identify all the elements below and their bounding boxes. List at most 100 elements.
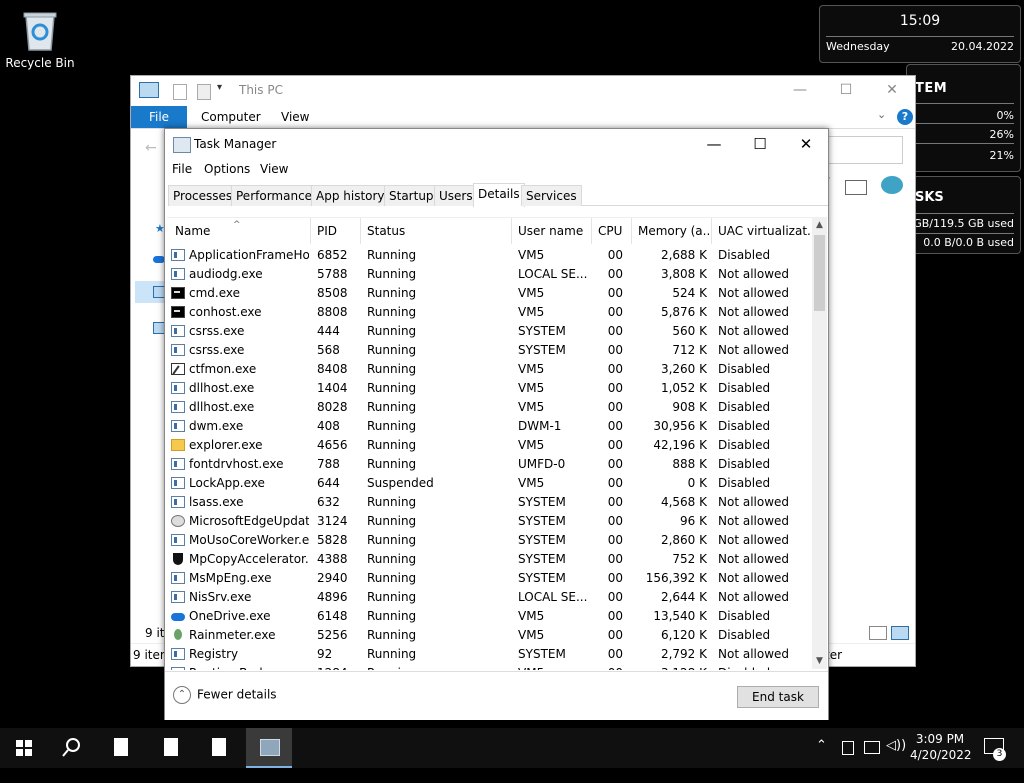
table-row[interactable]: dllhost.exe 8028 Running VM5 00 908 K Disabled [167,398,812,417]
column-uac[interactable]: UAC virtualizat... [712,218,812,244]
new-folder-icon[interactable] [197,84,211,100]
drive-icon[interactable] [845,180,867,195]
minimize-button[interactable]: — [777,76,823,106]
process-pid: 6852 [317,248,348,262]
tab-services[interactable]: Services [521,185,582,206]
scrollbar-thumb[interactable] [814,235,825,311]
process-name: NisSrv.exe [189,590,252,604]
menu-view[interactable]: View [260,162,288,176]
vertical-scrollbar[interactable]: ▲ ▼ [812,217,827,669]
column-pid[interactable]: PID [311,218,361,244]
network-icon[interactable] [864,741,880,754]
menu-options[interactable]: Options [204,162,250,176]
volume-icon[interactable]: ◁)) [886,738,906,753]
column-user-name[interactable]: User name [512,218,592,244]
table-row[interactable]: MoUsoCoreWorker.e... 5828 Running SYSTEM 00 2… [167,531,812,550]
end-task-button[interactable]: End task [737,686,819,708]
scroll-up-icon[interactable]: ▲ [812,217,827,233]
help-icon[interactable]: ? [897,109,913,125]
shell-icon[interactable] [881,176,903,194]
column-name[interactable]: ^ Name [167,218,311,244]
process-cpu: 00 [607,381,623,395]
table-row[interactable]: LockApp.exe 644 Suspended VM5 00 0 K Disabled [167,474,812,493]
taskbar-clock[interactable]: 3:09 PM 4/20/2022 [910,731,972,763]
column-status[interactable]: Status [361,218,512,244]
process-cpu: 00 [607,457,623,471]
table-row[interactable]: csrss.exe 444 Running SYSTEM 00 560 K Not allo… [167,322,812,341]
scroll-down-icon[interactable]: ▼ [812,653,827,669]
minimize-button[interactable]: — [691,129,737,159]
table-row[interactable]: NisSrv.exe 4896 Running LOCAL SE... 00 2,644 … [167,588,812,607]
process-pid: 4896 [317,590,348,604]
details-view-icon[interactable] [869,626,887,640]
table-row[interactable]: cmd.exe 8508 Running VM5 00 524 K Not allowed [167,284,812,303]
back-arrow-icon[interactable]: ← [145,140,157,156]
close-button[interactable]: ✕ [783,129,829,159]
taskbar-app-notepad-1[interactable] [98,728,144,768]
application-icon [171,496,185,508]
tab-file[interactable]: File [131,106,187,128]
process-uac: Disabled [718,419,771,433]
tab-app-history[interactable]: App history [311,185,390,206]
column-cpu[interactable]: CPU [592,218,632,244]
process-user: SYSTEM [518,343,566,357]
search-box[interactable] [821,136,903,164]
tab-startup[interactable]: Startup [384,185,439,206]
task-manager-titlebar[interactable]: Task Manager — ☐ ✕ [165,129,828,159]
ribbon-collapse-icon[interactable]: ⌄ [877,108,886,121]
maximize-button[interactable]: ☐ [737,129,783,159]
column-name-label: Name [175,224,211,238]
process-uac: Disabled [718,628,771,642]
properties-icon[interactable] [173,84,187,100]
taskbar-app-task-manager[interactable] [246,728,292,768]
recycle-bin-shortcut[interactable]: Recycle Bin [4,8,76,70]
explorer-titlebar[interactable]: ▾ This PC — ☐ ✕ [131,76,915,106]
tiles-view-icon[interactable] [891,626,909,640]
table-row[interactable]: lsass.exe 632 Running SYSTEM 00 4,568 K Not al… [167,493,812,512]
table-row[interactable]: OneDrive.exe 6148 Running VM5 00 13,540 K Disa… [167,607,812,626]
fewer-details-button[interactable]: ⌃ Fewer details [173,686,277,704]
maximize-button[interactable]: ☐ [823,76,869,106]
tray-app-icon[interactable] [842,741,854,755]
process-pid: 4656 [317,438,348,452]
tab-performance[interactable]: Performance [231,185,318,206]
table-row[interactable]: RuntimeBroker.exe 1284 Running VM500 3,128 K… [167,664,812,670]
table-row[interactable]: fontdrvhost.exe 788 Running UMFD-0 00 888 K Di… [167,455,812,474]
table-row[interactable]: explorer.exe 4656 Running VM5 00 42,196 K Disa… [167,436,812,455]
application-icon [171,382,185,394]
menu-file[interactable]: File [172,162,192,176]
table-row[interactable]: MsMpEng.exe 2940 Running SYSTEM 00 156,392 K N… [167,569,812,588]
table-row[interactable]: conhost.exe 8808 Running VM5 00 5,876 K Not al… [167,303,812,322]
tray-overflow-chevron-icon[interactable]: ⌃ [816,738,827,753]
widget-divider [913,213,1014,214]
table-row[interactable]: dllhost.exe 1404 Running VM5 00 1,052 K Disabl… [167,379,812,398]
table-row[interactable]: MpCopyAccelerator.... 4388 Running SYSTEM 00… [167,550,812,569]
process-pid: 1404 [317,381,348,395]
tab-details[interactable]: Details [473,183,525,207]
table-row[interactable]: dwm.exe 408 Running DWM-1 00 30,956 K Disabled [167,417,812,436]
application-icon [171,344,185,356]
table-row[interactable]: Registry 92 Running SYSTEM 00 2,792 K Not allo… [167,645,812,664]
tab-users[interactable]: Users [434,185,478,206]
table-row[interactable]: ApplicationFrameHo... 6852 Running VM5 00 2,6… [167,246,812,265]
taskbar-app-notepad-3[interactable] [196,728,242,768]
taskbar-app-notepad-2[interactable] [148,728,194,768]
system-value: 21% [989,149,1014,162]
column-memory[interactable]: Memory (a... [632,218,712,244]
table-row[interactable]: ctfmon.exe 8408 Running VM5 00 3,260 K Disable… [167,360,812,379]
start-button[interactable] [0,728,46,768]
tab-computer[interactable]: Computer [201,110,261,124]
table-row[interactable]: csrss.exe 568 Running SYSTEM 00 712 K Not allo… [167,341,812,360]
task-manager-window[interactable]: Task Manager — ☐ ✕ File Options View Pro… [164,128,829,720]
table-row[interactable]: audiodg.exe 5788 Running LOCAL SE... 00 3,808… [167,265,812,284]
quick-access-dropdown-icon[interactable]: ▾ [217,82,222,93]
process-memory: 908 K [672,400,707,414]
search-button[interactable] [48,728,94,768]
table-row[interactable]: MicrosoftEdgeUpdat... 3124 Running SYSTEM 00… [167,512,812,531]
tab-processes[interactable]: Processes [168,185,238,206]
application-icon [171,325,185,337]
system-value: 0% [996,109,1014,122]
close-button[interactable]: ✕ [869,76,915,106]
tab-view[interactable]: View [281,110,309,124]
table-row[interactable]: Rainmeter.exe 5256 Running VM5 00 6,120 K Disa… [167,626,812,645]
